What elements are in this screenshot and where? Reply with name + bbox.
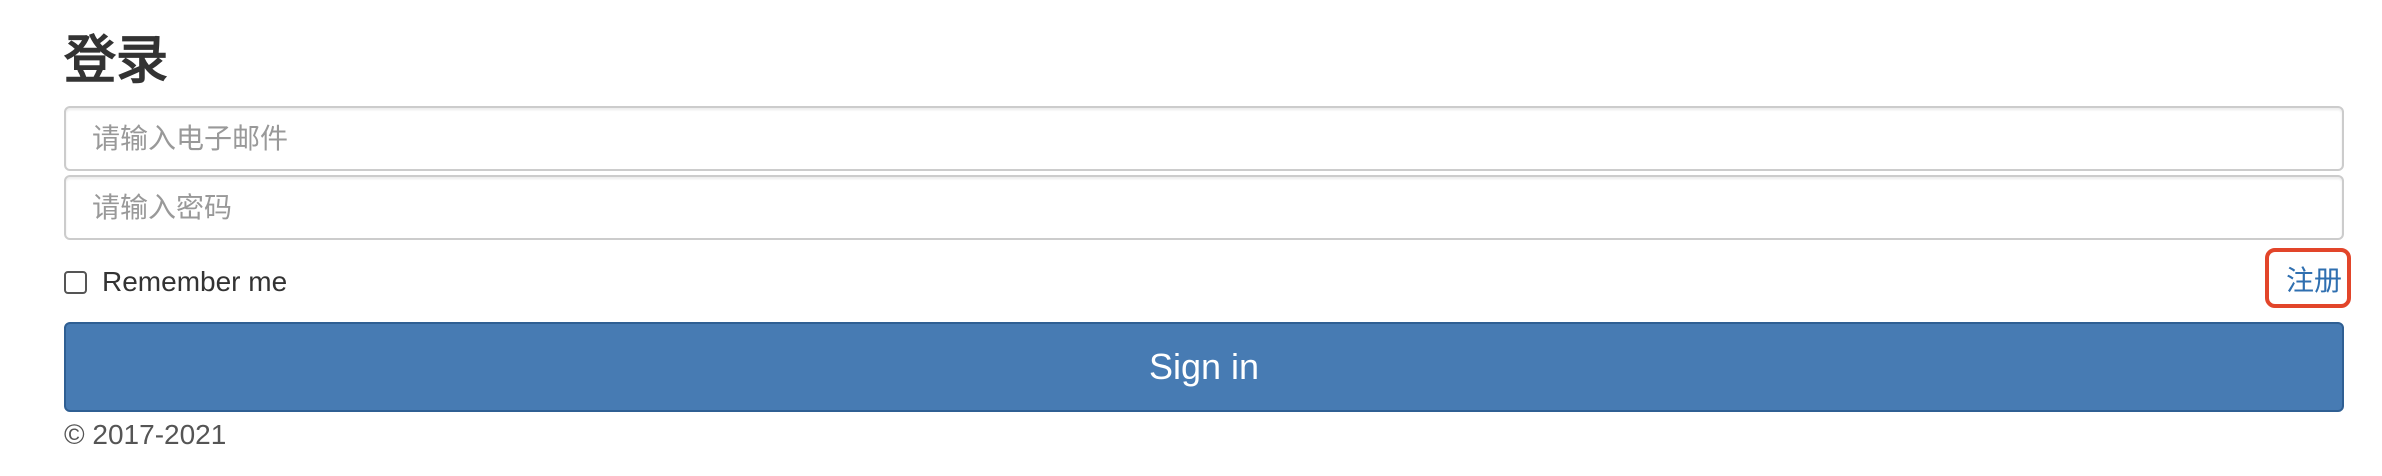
copyright-text: © 2017-2021 (64, 419, 227, 450)
remember-me-label: Remember me (102, 266, 288, 297)
login-page: 登录 Remember me 注册 Sign in © 2017-2021 (0, 0, 2382, 476)
page-title: 登录 (64, 32, 169, 90)
remember-me-checkbox[interactable] (64, 270, 87, 294)
sign-in-button[interactable]: Sign in (64, 322, 2344, 412)
register-link[interactable]: 注册 (2286, 265, 2342, 297)
password-input[interactable] (64, 175, 2344, 240)
remember-me-option[interactable]: Remember me (64, 266, 287, 298)
email-input[interactable] (64, 106, 2344, 171)
